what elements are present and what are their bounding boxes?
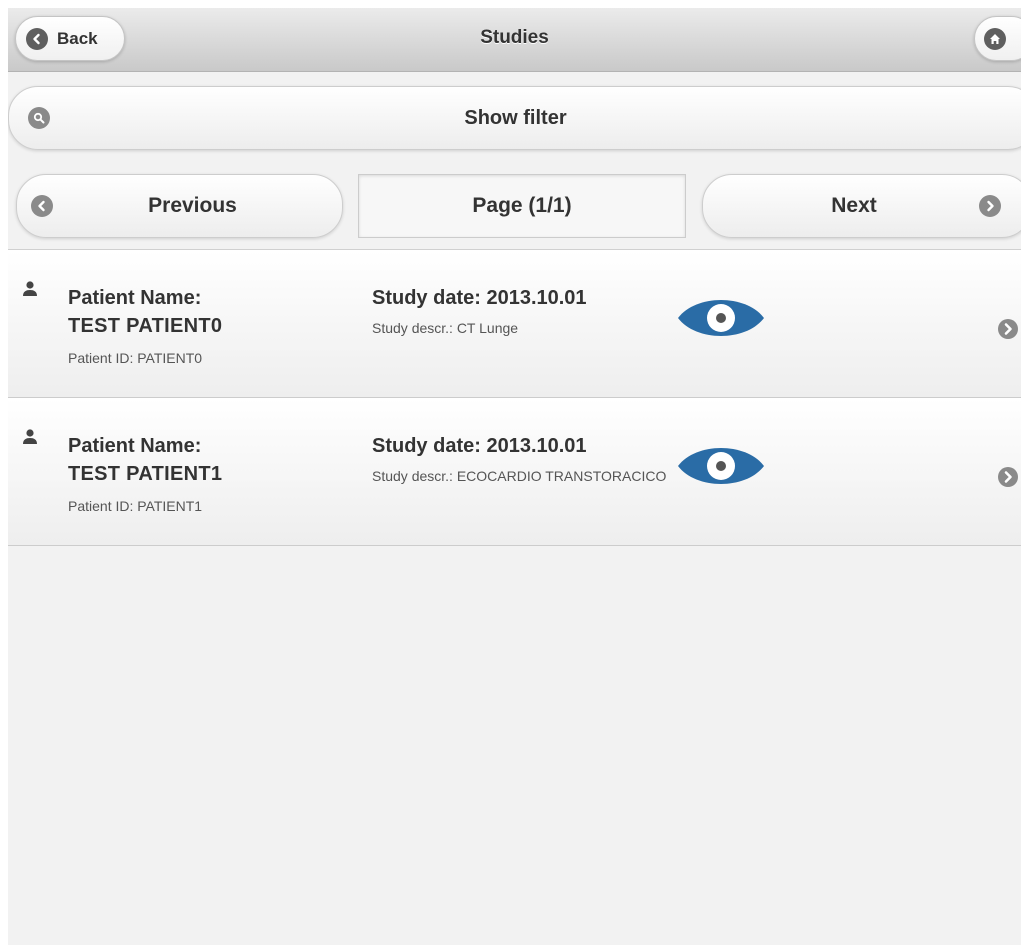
app-window: Studies Back Show filter Previous Page (… <box>8 8 1021 945</box>
study-description: Study descr.: CT Lunge <box>372 320 519 336</box>
next-page-button[interactable]: Next <box>702 174 1021 238</box>
chevron-right-icon <box>979 195 1001 217</box>
chevron-right-icon <box>998 319 1018 339</box>
study-list: Patient Name: TEST PATIENT0 Patient ID: … <box>8 249 1021 546</box>
study-description: Study descr.: ECOCARDIO TRANSTORACICO <box>372 468 667 484</box>
study-date: Study date: 2013.10.01 <box>372 435 587 457</box>
page-title: Studies <box>480 27 549 48</box>
chevron-left-icon <box>26 27 48 50</box>
patient-name-label: Patient Name: <box>68 435 202 457</box>
previous-label: Previous <box>148 194 237 217</box>
study-date: Study date: 2013.10.01 <box>372 287 587 309</box>
next-label: Next <box>831 194 877 217</box>
patient-name: TEST PATIENT1 <box>68 463 223 485</box>
chevron-right-icon <box>998 467 1018 487</box>
patient-name: TEST PATIENT0 <box>68 315 223 337</box>
eye-icon[interactable] <box>676 439 766 493</box>
person-icon <box>23 429 37 444</box>
patient-id: Patient ID: PATIENT0 <box>68 350 203 366</box>
show-filter-label: Show filter <box>464 107 567 129</box>
patient-id: Patient ID: PATIENT1 <box>68 498 203 514</box>
study-row[interactable]: Patient Name: TEST PATIENT1 Patient ID: … <box>8 398 1021 546</box>
previous-page-button[interactable]: Previous <box>16 174 343 238</box>
home-icon <box>984 27 1006 50</box>
header-bar: Studies Back <box>8 8 1021 72</box>
back-button-label: Back <box>57 28 98 48</box>
eye-icon[interactable] <box>676 291 766 345</box>
patient-name-label: Patient Name: <box>68 287 202 309</box>
person-icon <box>23 281 37 296</box>
back-button[interactable]: Back <box>15 16 125 61</box>
home-button[interactable] <box>974 16 1021 61</box>
show-filter-button[interactable]: Show filter <box>8 86 1021 150</box>
page-indicator: Page (1/1) <box>358 174 686 238</box>
study-row[interactable]: Patient Name: TEST PATIENT0 Patient ID: … <box>8 250 1021 398</box>
